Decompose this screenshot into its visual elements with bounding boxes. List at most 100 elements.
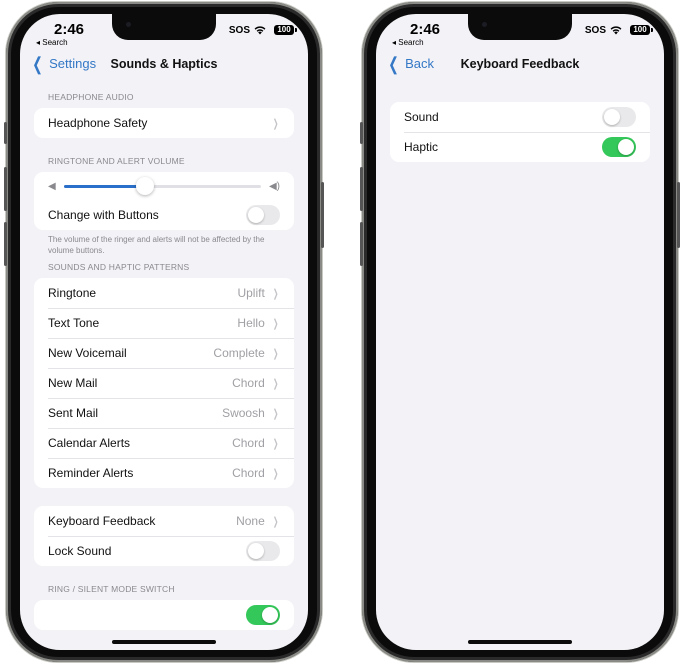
right-screen: 2:46 ◂ Search SOS 100 ❮ Back Keyboard Fe…: [376, 14, 664, 650]
page-title: Keyboard Feedback: [460, 57, 580, 71]
speaker-high-icon: ◀): [268, 180, 280, 192]
section-header-ringtone-volume: RINGTONE AND ALERT VOLUME: [48, 156, 185, 166]
row-label: Text Tone: [48, 316, 100, 330]
ring-silent-toggle[interactable]: [246, 605, 280, 625]
battery-icon: 100: [274, 25, 297, 35]
camera: [482, 22, 487, 27]
chevron-right-icon: ❯: [272, 317, 279, 330]
feedback-row-haptic: Haptic: [390, 132, 650, 162]
volume-up-button: [360, 167, 363, 211]
silent-switch: [4, 122, 7, 144]
home-indicator[interactable]: [468, 640, 572, 644]
feedback-row-sound: Sound: [390, 102, 650, 132]
page-title: Sounds & Haptics: [110, 57, 218, 71]
row-value: None: [236, 514, 265, 528]
group-keyboard-feedback: Sound Haptic: [390, 102, 650, 162]
sos-indicator: SOS: [228, 25, 250, 36]
row-label: New Voicemail: [48, 346, 127, 360]
pattern-row[interactable]: Text Tone Hello ❯: [34, 308, 294, 338]
speaker-low-icon: ◀: [48, 180, 56, 192]
chevron-right-icon: ❯: [272, 117, 279, 130]
chevron-right-icon: ❯: [272, 467, 279, 480]
status-time: 2:46: [410, 21, 441, 38]
silent-switch: [360, 122, 363, 144]
row-value: Swoosh: [222, 406, 265, 420]
row-value: Chord: [232, 466, 265, 480]
row-change-with-buttons: Change with Buttons: [34, 200, 294, 230]
sound-toggle[interactable]: [602, 107, 636, 127]
group-patterns: Ringtone Uplift ❯ Text Tone Hello ❯ New Vo…: [34, 278, 294, 488]
row-label: Haptic: [404, 140, 439, 154]
volume-slider[interactable]: [63, 176, 261, 195]
volume-down-button: [360, 222, 363, 266]
wifi-icon: [610, 26, 622, 35]
group-headphone: Headphone Safety ❯: [34, 108, 294, 138]
row-label: Sent Mail: [48, 406, 99, 420]
wifi-icon: [254, 26, 266, 35]
pattern-row[interactable]: New Mail Chord ❯: [34, 368, 294, 398]
back-to-search-link[interactable]: ◂ Search: [392, 38, 424, 47]
row-ring-silent: [34, 600, 294, 630]
pattern-row[interactable]: Sent Mail Swoosh ❯: [34, 398, 294, 428]
section-header-ring-silent: RING / SILENT MODE SWITCH: [48, 584, 175, 594]
row-headphone-safety[interactable]: Headphone Safety ❯: [34, 108, 294, 138]
status-time: 2:46: [54, 21, 85, 38]
pattern-row[interactable]: Ringtone Uplift ❯: [34, 278, 294, 308]
row-label: Reminder Alerts: [48, 466, 134, 480]
volume-slider-fill: [63, 184, 145, 188]
camera: [126, 22, 131, 27]
row-label: Keyboard Feedback: [48, 514, 156, 528]
settings-content: HEADPHONE AUDIO Headphone Safety ❯ RINGT…: [20, 86, 308, 630]
chevron-right-icon: ❯: [272, 377, 279, 390]
section-header-patterns: SOUNDS AND HAPTIC PATTERNS: [48, 262, 190, 272]
row-label: Headphone Safety: [48, 116, 148, 130]
navigation-bar: ❮ Settings Sounds & Haptics: [20, 54, 308, 78]
row-label: Lock Sound: [48, 544, 112, 558]
row-value: Chord: [232, 376, 265, 390]
row-value: Complete: [213, 346, 265, 360]
group-ring-silent: [34, 600, 294, 630]
power-button: [321, 182, 324, 248]
notch: [468, 14, 572, 40]
navigation-bar: ❮ Back Keyboard Feedback: [376, 54, 664, 78]
back-to-search-link[interactable]: ◂ Search: [36, 38, 68, 47]
pattern-row[interactable]: Reminder Alerts Chord ❯: [34, 458, 294, 488]
row-value: Chord: [232, 436, 265, 450]
group-volume: ◀ ◀) Change with Buttons: [34, 172, 294, 230]
lock-sound-toggle[interactable]: [246, 541, 280, 561]
volume-down-button: [4, 222, 7, 266]
row-lock-sound: Lock Sound: [34, 536, 294, 566]
power-button: [677, 182, 680, 248]
row-label: Ringtone: [48, 286, 97, 300]
row-label: Sound: [404, 110, 439, 124]
group-system-sounds: Keyboard Feedback None ❯ Lock Sound: [34, 506, 294, 566]
volume-footer-note: The volume of the ringer and alerts will…: [48, 235, 265, 255]
volume-slider-row: ◀ ◀): [34, 172, 294, 200]
chevron-right-icon: ❯: [272, 437, 279, 450]
sos-indicator: SOS: [584, 25, 606, 36]
volume-up-button: [4, 167, 7, 211]
chevron-right-icon: ❯: [272, 407, 279, 420]
chevron-right-icon: ❯: [272, 515, 279, 528]
row-value: Hello: [237, 316, 265, 330]
home-indicator[interactable]: [112, 640, 216, 644]
pattern-row[interactable]: New Voicemail Complete ❯: [34, 338, 294, 368]
change-with-buttons-toggle[interactable]: [246, 205, 280, 225]
row-value: Uplift: [237, 286, 265, 300]
row-label: Change with Buttons: [48, 208, 159, 222]
volume-slider-thumb[interactable]: [135, 176, 154, 195]
pattern-row[interactable]: Calendar Alerts Chord ❯: [34, 428, 294, 458]
haptic-toggle[interactable]: [602, 137, 636, 157]
row-label: New Mail: [48, 376, 98, 390]
battery-icon: 100: [630, 25, 653, 35]
left-phone: 2:46 ◂ Search SOS 100 ❮ Settings Sounds …: [4, 2, 324, 662]
section-header-headphone-audio: HEADPHONE AUDIO: [48, 92, 134, 102]
keyboard-feedback-content: Sound Haptic: [376, 102, 664, 162]
right-phone: 2:46 ◂ Search SOS 100 ❮ Back Keyboard Fe…: [360, 2, 680, 662]
left-screen: 2:46 ◂ Search SOS 100 ❮ Settings Sounds …: [20, 14, 308, 650]
row-keyboard-feedback[interactable]: Keyboard Feedback None ❯: [34, 506, 294, 536]
notch: [112, 14, 216, 40]
row-label: Calendar Alerts: [48, 436, 131, 450]
chevron-right-icon: ❯: [272, 287, 279, 300]
chevron-right-icon: ❯: [272, 347, 279, 360]
